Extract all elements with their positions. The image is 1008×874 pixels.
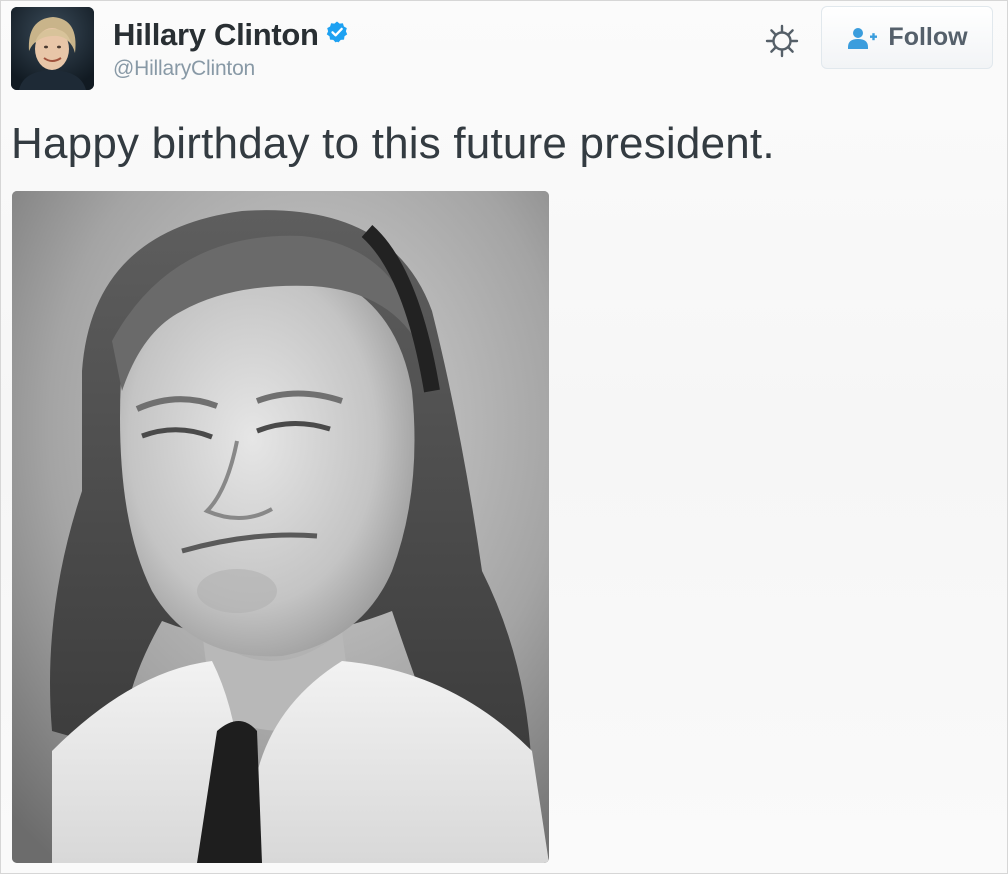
verified-badge-icon xyxy=(326,21,347,43)
tweet-photo-image xyxy=(12,191,549,863)
user-handle[interactable]: @HillaryClinton xyxy=(113,57,349,81)
settings-button[interactable] xyxy=(762,21,802,61)
display-name[interactable]: Hillary Clinton xyxy=(113,17,319,53)
follow-label: Follow xyxy=(888,23,968,51)
user-info: Hillary Clinton @HillaryClinton xyxy=(113,15,349,81)
name-row: Hillary Clinton xyxy=(113,15,349,55)
tweet-text: Happy birthday to this future president. xyxy=(11,119,775,168)
follow-button[interactable]: Follow xyxy=(821,6,993,69)
tweet-card: Hillary Clinton @HillaryClinton Follow H… xyxy=(0,0,1008,874)
tweet-photo[interactable] xyxy=(12,191,549,863)
gear-icon xyxy=(765,24,799,58)
add-user-icon xyxy=(848,27,878,49)
avatar[interactable] xyxy=(11,7,94,90)
avatar-image xyxy=(11,7,94,90)
